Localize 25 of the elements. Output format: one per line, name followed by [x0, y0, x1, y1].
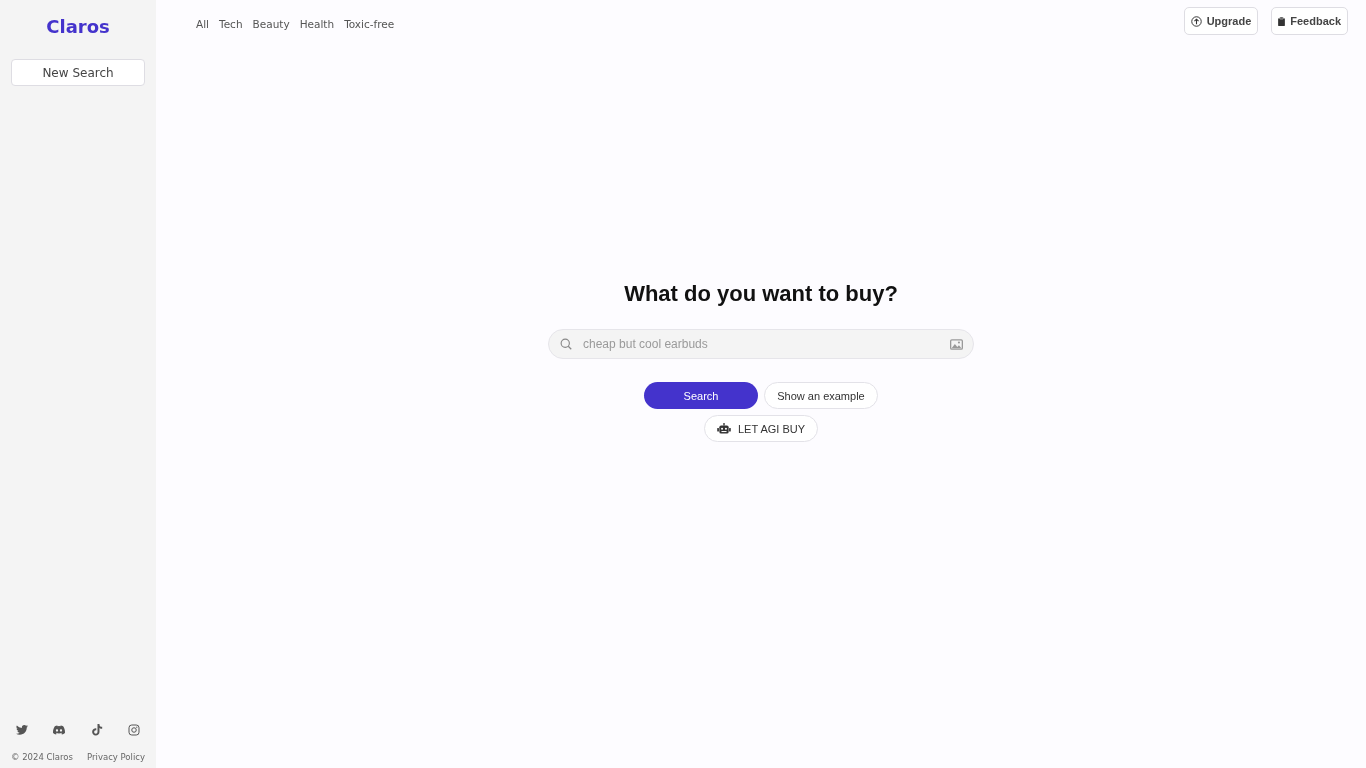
category-tab[interactable]: All [196, 18, 210, 30]
category-tab[interactable]: Beauty [252, 18, 290, 30]
copyright-text: © 2024 Claros [11, 752, 73, 762]
tiktok-note-icon[interactable] [90, 724, 103, 736]
image-icon[interactable] [950, 338, 963, 350]
example-button[interactable]: Show an example [764, 382, 878, 409]
let-agi-buy-button[interactable]: LET AGI BUY [704, 415, 818, 442]
search-field[interactable]: cheap but cool earbuds [548, 329, 974, 359]
search-icon [560, 338, 572, 350]
twitter-bird-icon[interactable] [16, 724, 28, 736]
arrow-up-circle-icon [1190, 15, 1202, 27]
clipboard-icon [1278, 16, 1286, 26]
category-tab[interactable]: Health [299, 18, 335, 30]
robot-icon [716, 423, 731, 434]
category-tab[interactable]: Toxic-free [344, 18, 395, 30]
privacy-policy-link[interactable]: Privacy Policy [87, 752, 145, 762]
category-tab[interactable]: Tech [219, 18, 243, 30]
new-search-button[interactable]: New Search [11, 59, 145, 86]
upgrade-button[interactable]: Upgrade [1183, 7, 1259, 35]
discord-icon[interactable] [53, 724, 66, 736]
logo[interactable]: Claros [46, 16, 110, 38]
instagram-icon[interactable] [128, 724, 140, 736]
search-button[interactable]: Search [644, 382, 758, 409]
feedback-button[interactable]: Feedback [1271, 7, 1348, 35]
hero-heading: What do you want to buy? [624, 280, 898, 308]
